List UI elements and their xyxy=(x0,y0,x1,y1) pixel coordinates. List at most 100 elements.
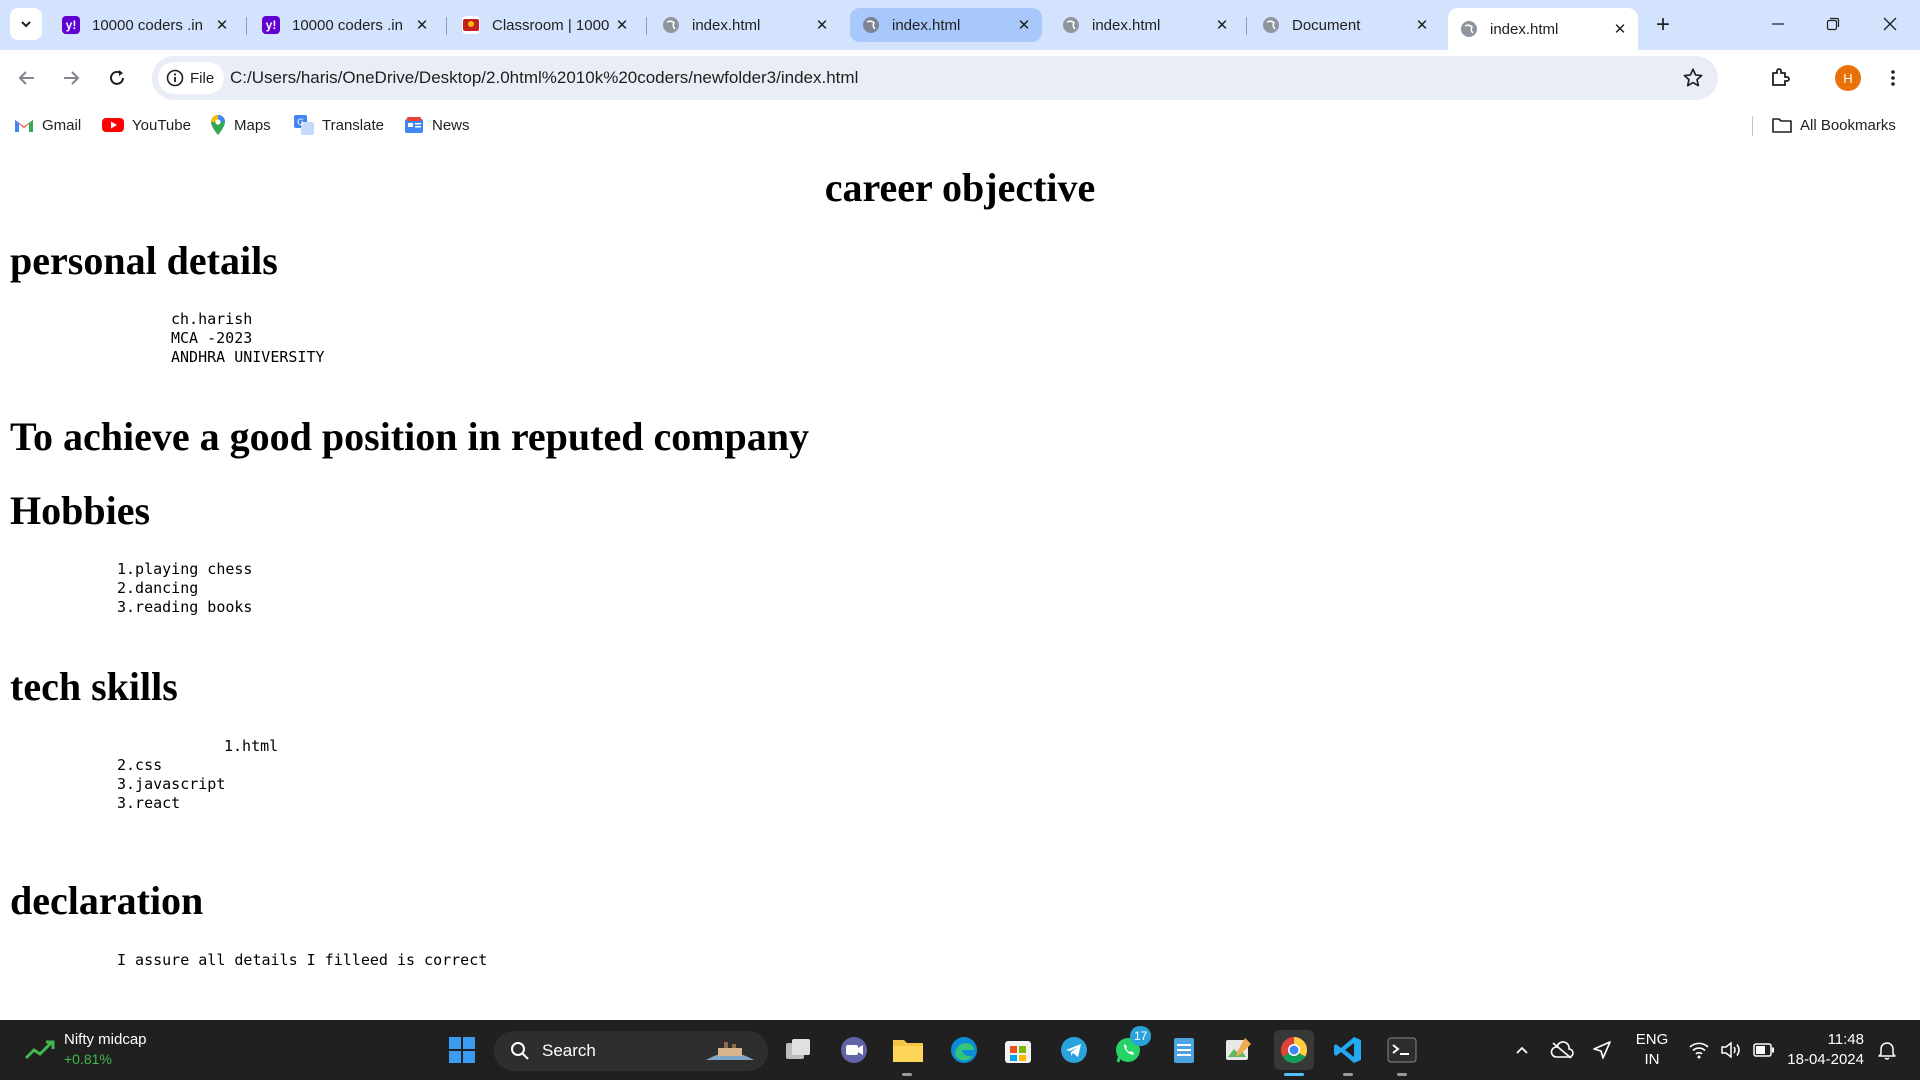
site-info-chip[interactable]: File xyxy=(158,62,225,94)
browser-toolbar: File C:/Users/haris/OneDrive/Desktop/2.0… xyxy=(0,50,1920,108)
tech-skills-list: 1.html 2.css 3.javascript 3.react xyxy=(117,737,278,813)
language-indicator[interactable]: ENG IN xyxy=(1626,1030,1678,1070)
reload-button[interactable] xyxy=(100,61,134,95)
tab-document[interactable]: Document ✕ xyxy=(1250,8,1440,42)
start-button[interactable] xyxy=(442,1030,482,1070)
close-icon[interactable]: ✕ xyxy=(1412,15,1432,35)
tab-title: index.html xyxy=(892,16,961,34)
bookmark-gmail[interactable]: Gmail xyxy=(14,112,81,138)
task-view-button[interactable] xyxy=(778,1030,818,1070)
menu-button[interactable] xyxy=(1876,61,1910,95)
meet-button[interactable] xyxy=(834,1030,874,1070)
active-indicator xyxy=(1284,1073,1304,1076)
tab-search-button[interactable] xyxy=(10,8,42,40)
bookmark-label: YouTube xyxy=(132,116,191,134)
notepad-button[interactable] xyxy=(1164,1030,1204,1070)
close-icon[interactable]: ✕ xyxy=(612,15,632,35)
notepad-icon xyxy=(1174,1038,1194,1063)
notifications-button[interactable] xyxy=(1870,1030,1904,1070)
tab-index-1[interactable]: index.html ✕ xyxy=(650,8,840,42)
personal-details-heading: personal details xyxy=(10,238,278,283)
file-explorer-button[interactable] xyxy=(888,1030,928,1070)
back-button[interactable] xyxy=(10,61,44,95)
widget-value: +0.81% xyxy=(64,1051,112,1067)
new-tab-button[interactable]: + xyxy=(1650,11,1676,38)
personal-university: ANDHRA UNIVERSITY xyxy=(171,348,325,366)
bookmark-label: Translate xyxy=(322,116,384,134)
url-text[interactable]: C:/Users/haris/OneDrive/Desktop/2.0html%… xyxy=(230,56,858,100)
tab-classroom[interactable]: Classroom | 1000 ✕ xyxy=(450,8,640,42)
close-icon[interactable]: ✕ xyxy=(1212,15,1232,35)
close-icon[interactable]: ✕ xyxy=(212,15,232,35)
telegram-button[interactable] xyxy=(1054,1030,1094,1070)
show-hidden-icons-button[interactable] xyxy=(1504,1030,1540,1070)
onedrive-status[interactable] xyxy=(1544,1030,1580,1070)
stock-widget[interactable]: Nifty midcap +0.81% xyxy=(24,1030,174,1072)
personal-details-block: ch.harish MCA -2023 ANDHRA UNIVERSITY xyxy=(171,310,325,367)
terminal-button[interactable] xyxy=(1382,1030,1422,1070)
store-button[interactable] xyxy=(998,1030,1038,1070)
telegram-icon xyxy=(1061,1037,1087,1063)
tech-skills-heading: tech skills xyxy=(10,664,178,709)
tab-yahoo-1[interactable]: y! 10000 coders .in ✕ xyxy=(50,8,240,42)
tab-index-2[interactable]: index.html ✕ xyxy=(850,8,1042,42)
widget-title: Nifty midcap xyxy=(64,1031,147,1048)
chrome-icon xyxy=(1280,1036,1308,1064)
globe-icon xyxy=(662,16,680,34)
chevron-up-icon xyxy=(1516,1046,1528,1054)
hobbies-heading: Hobbies xyxy=(10,488,151,533)
bookmark-star-icon[interactable] xyxy=(1682,67,1704,89)
close-icon[interactable]: ✕ xyxy=(412,15,432,35)
stock-up-icon xyxy=(24,1040,55,1060)
tab-strip: y! 10000 coders .in ✕ y! 10000 coders .i… xyxy=(0,0,1920,50)
tab-yahoo-2[interactable]: y! 10000 coders .in ✕ xyxy=(250,8,440,42)
svg-text:G: G xyxy=(297,118,304,128)
image-editor-button[interactable] xyxy=(1218,1030,1258,1070)
reload-icon xyxy=(110,70,124,85)
arrow-left-icon xyxy=(18,71,34,85)
bookmark-label: Maps xyxy=(234,116,271,134)
tab-separator xyxy=(246,17,247,35)
bookmark-news[interactable]: News xyxy=(404,112,470,138)
close-icon[interactable]: ✕ xyxy=(812,15,832,35)
profile-avatar[interactable]: H xyxy=(1835,65,1861,91)
bell-icon xyxy=(1878,1042,1896,1060)
forward-button[interactable] xyxy=(54,61,88,95)
bookmark-label: News xyxy=(432,116,470,134)
tab-title: Classroom | 1000 xyxy=(492,16,610,34)
location-status[interactable] xyxy=(1584,1030,1620,1070)
page-content: career objective personal details ch.har… xyxy=(0,142,1920,1020)
chrome-button[interactable] xyxy=(1274,1030,1314,1070)
quick-settings-button[interactable] xyxy=(1684,1030,1780,1070)
bookmark-youtube[interactable]: YouTube xyxy=(102,112,191,138)
paint-icon xyxy=(1226,1038,1251,1060)
close-icon[interactable]: ✕ xyxy=(1610,19,1630,39)
taskbar-search[interactable]: Search xyxy=(494,1031,768,1071)
volume-icon xyxy=(1721,1041,1740,1059)
globe-icon xyxy=(862,16,880,34)
bookmark-translate[interactable]: G Translate xyxy=(294,112,384,138)
all-bookmarks-label: All Bookmarks xyxy=(1800,116,1896,134)
location-arrow-icon xyxy=(1593,1041,1611,1059)
close-window-button[interactable] xyxy=(1868,6,1912,42)
close-icon[interactable]: ✕ xyxy=(1014,15,1034,35)
edge-button[interactable] xyxy=(944,1030,984,1070)
address-bar[interactable]: File C:/Users/haris/OneDrive/Desktop/2.0… xyxy=(152,56,1718,100)
bookmark-maps[interactable]: Maps xyxy=(210,112,271,138)
search-placeholder: Search xyxy=(542,1041,596,1060)
all-bookmarks-button[interactable]: All Bookmarks xyxy=(1772,112,1896,138)
globe-icon xyxy=(1062,16,1080,34)
tab-index-active[interactable]: index.html ✕ xyxy=(1448,8,1638,50)
extensions-button[interactable] xyxy=(1763,61,1797,95)
restore-button[interactable] xyxy=(1811,6,1855,42)
clock[interactable]: 11:48 18-04-2024 xyxy=(1780,1030,1864,1070)
minimize-button[interactable] xyxy=(1756,6,1800,42)
tab-title: Document xyxy=(1292,16,1361,34)
folder-icon xyxy=(1772,118,1792,133)
store-icon xyxy=(1005,1041,1031,1063)
vscode-button[interactable] xyxy=(1328,1030,1368,1070)
arrow-right-icon xyxy=(64,71,80,85)
hobby-item: 2.dancing xyxy=(117,579,199,597)
tab-index-3[interactable]: index.html ✕ xyxy=(1050,8,1240,42)
whatsapp-button[interactable]: 17 xyxy=(1108,1026,1152,1070)
